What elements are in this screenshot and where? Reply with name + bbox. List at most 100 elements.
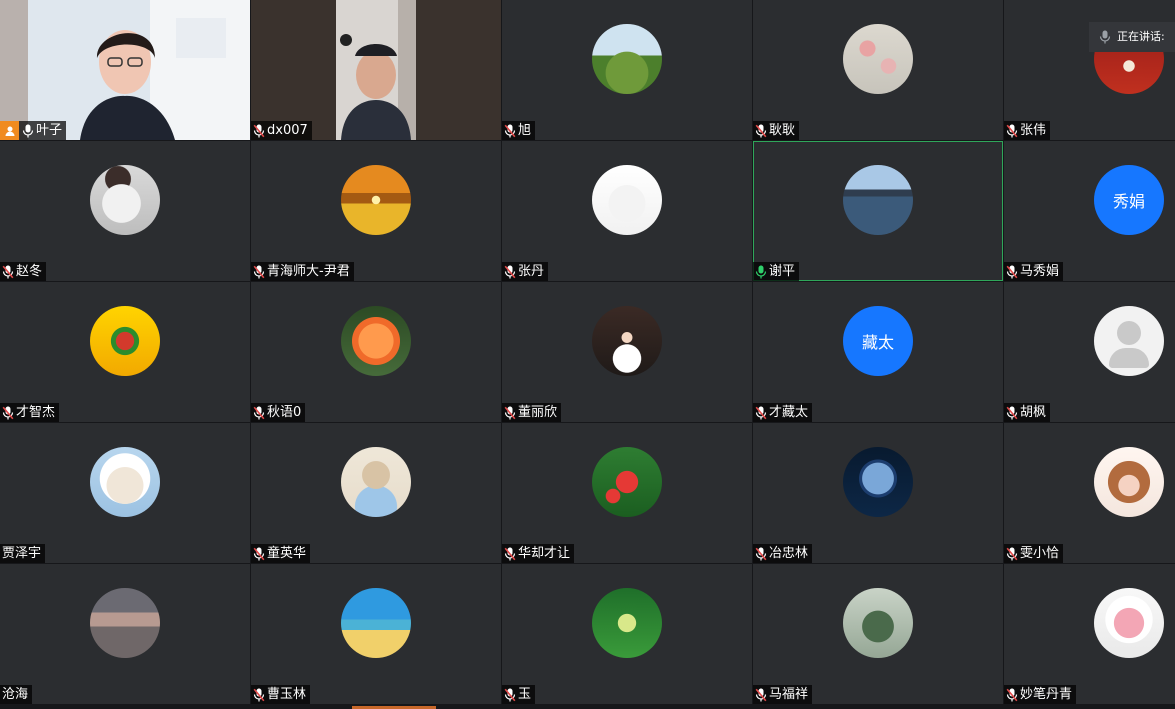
participant-name: 曹玉林 — [267, 687, 307, 702]
participant-tile[interactable]: 秋语0 — [251, 282, 501, 422]
avatar — [341, 588, 411, 658]
participant-nameplate: 青海师大-尹君 — [251, 262, 354, 281]
participant-name: 张丹 — [518, 264, 545, 279]
microphone-icon[interactable] — [1006, 547, 1018, 561]
avatar — [1094, 588, 1164, 658]
participant-name: 秋语0 — [267, 405, 302, 420]
participant-tile[interactable]: 沧海 — [0, 564, 250, 704]
participant-name: 旭 — [518, 123, 532, 138]
avatar — [341, 165, 411, 235]
participant-name: 才智杰 — [16, 405, 56, 420]
participant-nameplate: 童英华 — [251, 544, 311, 563]
participant-name: 董丽欣 — [518, 405, 558, 420]
microphone-icon[interactable] — [1006, 688, 1018, 702]
microphone-icon[interactable] — [253, 547, 265, 561]
host-icon — [0, 121, 19, 140]
participant-tile[interactable]: 张伟 — [1004, 0, 1175, 140]
participant-nameplate: 胡枫 — [1004, 403, 1051, 422]
participant-tile[interactable]: 叶子 — [0, 0, 250, 140]
participant-tile[interactable]: 华却才让 — [502, 423, 752, 563]
avatar — [592, 447, 662, 517]
participant-nameplate: 华却才让 — [502, 544, 575, 563]
participant-nameplate: 雯小恰 — [1004, 544, 1064, 563]
participant-name: dx007 — [267, 123, 308, 138]
participant-name: 赵冬 — [16, 264, 43, 279]
participant-tile[interactable]: 胡枫 — [1004, 282, 1175, 422]
microphone-icon[interactable] — [1006, 265, 1018, 279]
participant-tile[interactable]: 赵冬 — [0, 141, 250, 281]
participant-nameplate: 秋语0 — [251, 403, 306, 422]
participant-tile[interactable]: 旭 — [502, 0, 752, 140]
avatar — [90, 306, 160, 376]
microphone-icon[interactable] — [253, 406, 265, 420]
participant-name: 妙笔丹青 — [1020, 687, 1073, 702]
video-feed — [0, 0, 250, 140]
participant-tile[interactable]: 藏太才藏太 — [753, 282, 1003, 422]
microphone-icon[interactable] — [1006, 124, 1018, 138]
participant-nameplate: 马福祥 — [753, 685, 813, 704]
participant-tile[interactable]: 才智杰 — [0, 282, 250, 422]
microphone-icon[interactable] — [504, 124, 516, 138]
microphone-icon[interactable] — [504, 547, 516, 561]
microphone-icon[interactable] — [253, 124, 265, 138]
participant-tile[interactable]: 雯小恰 — [1004, 423, 1175, 563]
participant-name: 马福祥 — [769, 687, 809, 702]
participant-name: 冶忠林 — [769, 546, 809, 561]
participant-tile[interactable]: 张丹 — [502, 141, 752, 281]
avatar — [341, 306, 411, 376]
microphone-icon[interactable] — [253, 265, 265, 279]
participant-name: 贾泽宇 — [2, 546, 42, 561]
microphone-icon[interactable] — [253, 688, 265, 702]
participant-name: 童英华 — [267, 546, 307, 561]
participant-tile[interactable]: 妙笔丹青 — [1004, 564, 1175, 704]
microphone-icon[interactable] — [755, 406, 767, 420]
avatar — [843, 588, 913, 658]
avatar — [592, 165, 662, 235]
microphone-icon[interactable] — [1006, 406, 1018, 420]
microphone-icon[interactable] — [504, 688, 516, 702]
participant-nameplate: 耿耿 — [753, 121, 800, 140]
participant-tile[interactable]: 曹玉林 — [251, 564, 501, 704]
avatar — [341, 447, 411, 517]
participant-nameplate: 张丹 — [502, 262, 549, 281]
participant-nameplate: 妙笔丹青 — [1004, 685, 1077, 704]
microphone-icon — [1099, 30, 1111, 44]
participant-name: 华却才让 — [518, 546, 571, 561]
participant-nameplate: 叶子 — [0, 121, 67, 140]
participant-nameplate: 冶忠林 — [753, 544, 813, 563]
avatar: 秀娟 — [1094, 165, 1164, 235]
participant-tile[interactable]: 青海师大-尹君 — [251, 141, 501, 281]
avatar — [843, 24, 913, 94]
microphone-icon[interactable] — [504, 406, 516, 420]
microphone-icon[interactable] — [22, 124, 34, 138]
microphone-icon[interactable] — [2, 265, 14, 279]
participant-name: 才藏太 — [769, 405, 809, 420]
participant-name: 沧海 — [2, 687, 29, 702]
avatar — [592, 306, 662, 376]
participant-name: 叶子 — [36, 123, 63, 138]
participant-nameplate: 曹玉林 — [251, 685, 311, 704]
participant-tile[interactable]: 马福祥 — [753, 564, 1003, 704]
participant-tile[interactable]: 谢平 — [753, 141, 1003, 281]
participant-tile[interactable]: 贾泽宇 — [0, 423, 250, 563]
participant-nameplate: dx007 — [251, 121, 312, 140]
participant-tile[interactable]: 秀娟马秀娟 — [1004, 141, 1175, 281]
microphone-icon[interactable] — [755, 265, 767, 279]
avatar — [1094, 447, 1164, 517]
participant-tile[interactable]: 冶忠林 — [753, 423, 1003, 563]
participant-tile[interactable]: dx007 — [251, 0, 501, 140]
participant-tile[interactable]: 玉 — [502, 564, 752, 704]
microphone-icon[interactable] — [2, 406, 14, 420]
avatar — [90, 165, 160, 235]
microphone-icon[interactable] — [755, 547, 767, 561]
microphone-icon[interactable] — [755, 124, 767, 138]
participant-tile[interactable]: 童英华 — [251, 423, 501, 563]
participant-name: 马秀娟 — [1020, 264, 1060, 279]
microphone-icon[interactable] — [755, 688, 767, 702]
participant-tile[interactable]: 董丽欣 — [502, 282, 752, 422]
avatar-text: 藏太 — [861, 333, 894, 352]
participant-tile[interactable]: 耿耿 — [753, 0, 1003, 140]
microphone-icon[interactable] — [504, 265, 516, 279]
participant-nameplate: 旭 — [502, 121, 536, 140]
avatar — [90, 447, 160, 517]
